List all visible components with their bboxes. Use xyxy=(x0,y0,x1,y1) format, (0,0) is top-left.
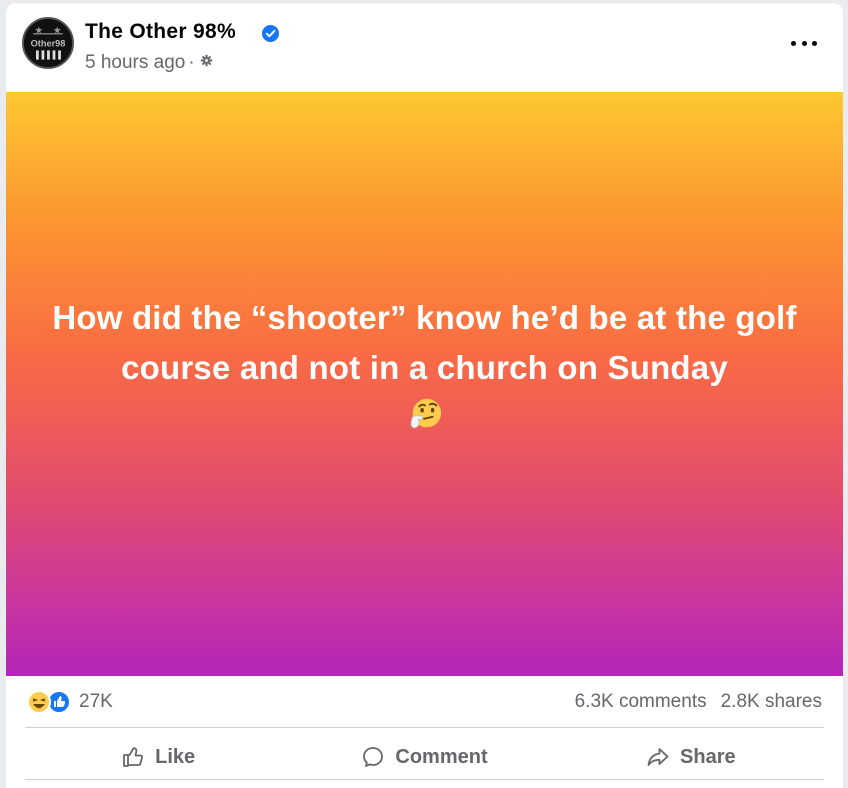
comment-button[interactable]: Comment xyxy=(291,732,557,782)
engagement-counts: 6.3K comments 2.8K shares xyxy=(575,691,822,713)
post-card: Other98 The Other 98% 5 hours ago · How … xyxy=(6,3,843,788)
divider xyxy=(25,779,824,780)
more-dot xyxy=(812,40,817,46)
haha-icon xyxy=(27,690,51,714)
share-label: Share xyxy=(680,745,736,768)
post-header: Other98 The Other 98% 5 hours ago · xyxy=(6,3,843,93)
like-icon xyxy=(47,690,71,714)
more-dot xyxy=(791,40,796,46)
reaction-count[interactable]: 27K xyxy=(79,691,113,713)
share-button[interactable]: Share xyxy=(558,732,824,782)
reaction-icons[interactable] xyxy=(26,689,74,715)
shares-count[interactable]: 2.8K shares xyxy=(721,691,822,712)
divider xyxy=(25,727,824,728)
meta-separator: · xyxy=(188,52,195,73)
comments-count[interactable]: 6.3K comments xyxy=(575,691,707,712)
comment-label: Comment xyxy=(395,745,488,768)
gear-icon[interactable] xyxy=(200,54,213,67)
action-bar: Like Comment Share xyxy=(25,732,824,782)
avatar-text: Other98 xyxy=(31,39,66,49)
verified-badge-icon xyxy=(262,25,279,42)
thinking-face-emoji xyxy=(410,398,441,429)
post-body-text: How did the “shooter” know he’d be at th… xyxy=(52,299,797,386)
post-timestamp[interactable]: 5 hours ago xyxy=(85,52,185,73)
post-text-banner: How did the “shooter” know he’d be at th… xyxy=(6,92,843,676)
page-name[interactable]: The Other 98% xyxy=(85,20,236,44)
avatar-logo: Other98 xyxy=(24,19,72,67)
like-button[interactable]: Like xyxy=(25,732,291,782)
more-options-button[interactable] xyxy=(791,33,817,53)
share-icon xyxy=(647,748,669,766)
thumbs-up-icon xyxy=(123,747,144,767)
post-meta: 5 hours ago · xyxy=(85,52,213,74)
more-dot xyxy=(801,40,807,46)
comment-icon xyxy=(363,747,384,767)
avatar[interactable]: Other98 xyxy=(22,17,74,69)
like-label: Like xyxy=(155,745,196,768)
reaction-summary: 27K 6.3K comments 2.8K shares xyxy=(6,683,843,723)
